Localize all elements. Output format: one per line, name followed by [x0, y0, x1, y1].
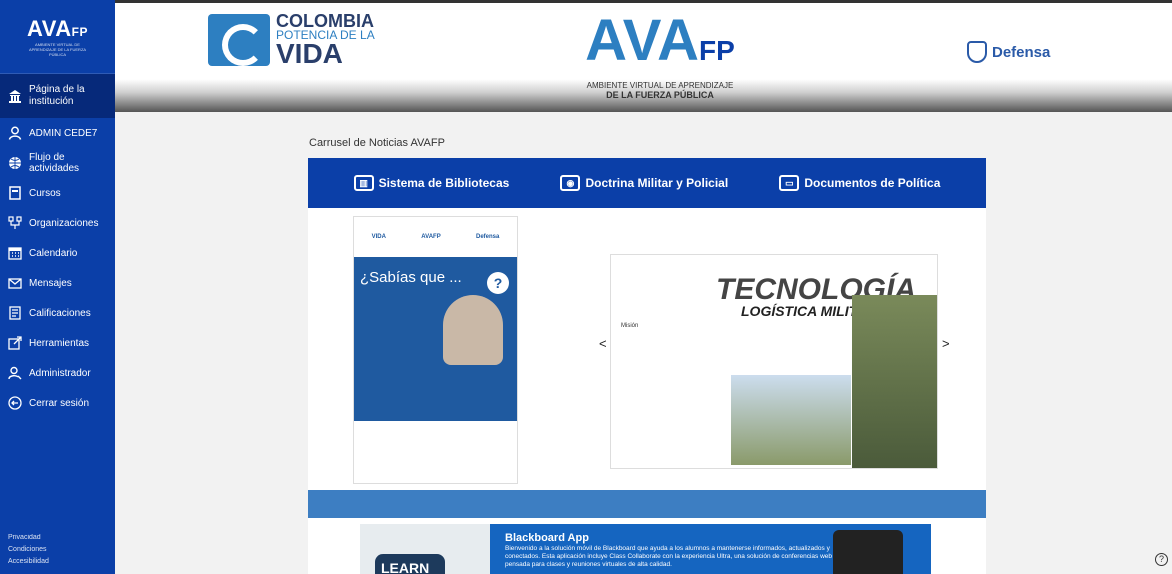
book-icon: [8, 186, 22, 200]
poster-illustration: [443, 295, 503, 365]
sidebar-item-label: Cursos: [29, 187, 61, 199]
sabias-que-poster[interactable]: VIDA AVAFP Defensa ¿Sabías que ... ?: [353, 216, 518, 484]
colombia-logo: COLOMBIA POTENCIA DE LA VIDA: [208, 11, 375, 69]
sidebar-item-activity-stream[interactable]: Flujo de actividades: [0, 148, 115, 178]
header-banner: COLOMBIA POTENCIA DE LA VIDA AVAFP AMBIE…: [115, 0, 1172, 112]
doctrine-link-label: Doctrina Militar y Policial: [585, 176, 729, 190]
logistica-slide[interactable]: TECNOLOGÍA LOGÍSTICA MILITAR Misión: [610, 254, 938, 469]
carousel-next-button[interactable]: >: [942, 336, 950, 351]
colombia-line3: VIDA: [276, 38, 343, 69]
sidebar-item-label: Calificaciones: [29, 307, 91, 319]
blackboard-text: Bienvenido a la solución móvil de Blackb…: [505, 545, 832, 568]
admin-icon: [8, 366, 22, 380]
poster-logo-vida: VIDA: [371, 234, 386, 240]
sidebar-item-institution[interactable]: Página de la institución: [0, 74, 115, 118]
sidebar-item-label: Calendario: [29, 247, 78, 259]
vehicle-photo: [731, 375, 851, 465]
library-link-label: Sistema de Bibliotecas: [378, 176, 510, 190]
policy-docs-link-label: Documentos de Política: [804, 176, 941, 190]
section-title: Carrusel de Noticias AVAFP: [309, 137, 445, 149]
doctrine-link[interactable]: ◉ Doctrina Militar y Policial: [560, 175, 728, 191]
institution-icon: [8, 89, 22, 103]
sidebar-item-calendar[interactable]: Calendario: [0, 238, 115, 268]
mail-icon: [8, 276, 22, 290]
privacy-link[interactable]: Privacidad: [8, 532, 49, 544]
doctrine-icon: ◉: [560, 175, 581, 191]
question-icon: ?: [487, 272, 509, 294]
folder-icon: ▭: [779, 175, 800, 191]
sidebar-footer: Privacidad Condiciones Accesibilidad: [8, 532, 49, 568]
defensa-label: Defensa: [992, 43, 1051, 61]
sidebar-item-administrator[interactable]: Administrador: [0, 358, 115, 388]
sidebar-logo[interactable]: AVAFP AMBIENTE VIRTUAL DE APRENDIZAJE DE…: [0, 0, 115, 74]
grades-icon: [8, 306, 22, 320]
tools-icon: [8, 336, 22, 350]
sidebar-item-label: Administrador: [29, 367, 91, 379]
sidebar-item-label: Mensajes: [29, 277, 72, 289]
poster-logo-defensa: Defensa: [476, 234, 500, 240]
accessibility-link[interactable]: Accesibilidad: [8, 556, 49, 568]
avafp-suffix: FP: [699, 35, 735, 66]
slide-mision-label: Misión: [621, 323, 639, 329]
sidebar-item-organizations[interactable]: Organizaciones: [0, 208, 115, 238]
colombia-swirl-icon: [208, 14, 270, 66]
sidebar-item-admin-cede7[interactable]: ADMIN CEDE7: [0, 118, 115, 148]
sidebar-item-grades[interactable]: Calificaciones: [0, 298, 115, 328]
shield-icon: [967, 41, 987, 63]
poster-logo-avafp: AVAFP: [421, 234, 441, 240]
blackboard-title: Blackboard App: [505, 532, 589, 544]
sidebar-item-logout[interactable]: Cerrar sesión: [0, 388, 115, 418]
avafp-sub2: DE LA FUERZA PÚBLICA: [606, 90, 714, 100]
carousel-prev-button[interactable]: <: [599, 336, 607, 351]
policy-docs-link[interactable]: ▭ Documentos de Política: [779, 175, 940, 191]
news-carousel: VIDA AVAFP Defensa ¿Sabías que ... ? < T…: [308, 208, 986, 490]
resource-navbar: ▥ Sistema de Bibliotecas ◉ Doctrina Mili…: [308, 158, 986, 208]
sidebar-item-label: Página de la institución: [29, 84, 85, 107]
sidebar-item-messages[interactable]: Mensajes: [0, 268, 115, 298]
poster-footer: [354, 421, 517, 483]
org-icon: [8, 216, 22, 230]
globe-icon: [8, 156, 22, 170]
library-icon: ▥: [353, 175, 374, 191]
phone-image: [833, 530, 903, 574]
sidebar-item-courses[interactable]: Cursos: [0, 178, 115, 208]
sidebar: AVAFP AMBIENTE VIRTUAL DE APRENDIZAJE DE…: [0, 0, 115, 574]
logo-subtitle: AMBIENTE VIRTUAL DE APRENDIZAJE DE LA FU…: [28, 42, 87, 57]
logout-icon: [8, 396, 22, 410]
library-link[interactable]: ▥ Sistema de Bibliotecas: [353, 175, 510, 191]
sidebar-item-label: ADMIN CEDE7: [29, 127, 98, 139]
soldier-photo: [852, 295, 937, 468]
learn-logo: LEARN: [375, 554, 445, 574]
avafp-logo: AVAFP AMBIENTE VIRTUAL DE APRENDIZAJE DE…: [580, 8, 740, 101]
avafp-sub1: AMBIENTE VIRTUAL DE APRENDIZAJE: [586, 81, 734, 90]
carousel-panel: ▥ Sistema de Bibliotecas ◉ Doctrina Mili…: [308, 158, 986, 574]
avafp-name: AVA: [585, 8, 700, 73]
user-icon: [8, 126, 22, 140]
calendar-icon: [8, 246, 22, 260]
divider-stripe: [308, 490, 986, 518]
help-icon[interactable]: ?: [1155, 553, 1168, 566]
sidebar-item-label: Flujo de actividades: [29, 152, 80, 174]
defensa-logo: Defensa: [967, 41, 1050, 63]
sidebar-item-label: Organizaciones: [29, 217, 99, 229]
sidebar-item-label: Cerrar sesión: [29, 397, 90, 409]
logo-suffix: FP: [71, 25, 89, 39]
terms-link[interactable]: Condiciones: [8, 544, 49, 556]
sidebar-item-label: Herramientas: [29, 337, 90, 349]
colombia-line1: COLOMBIA: [276, 11, 374, 31]
blackboard-app-banner[interactable]: LEARN Blackboard App Bienvenido a la sol…: [360, 524, 931, 574]
sidebar-item-tools[interactable]: Herramientas: [0, 328, 115, 358]
logo-name: AVA: [26, 16, 72, 41]
